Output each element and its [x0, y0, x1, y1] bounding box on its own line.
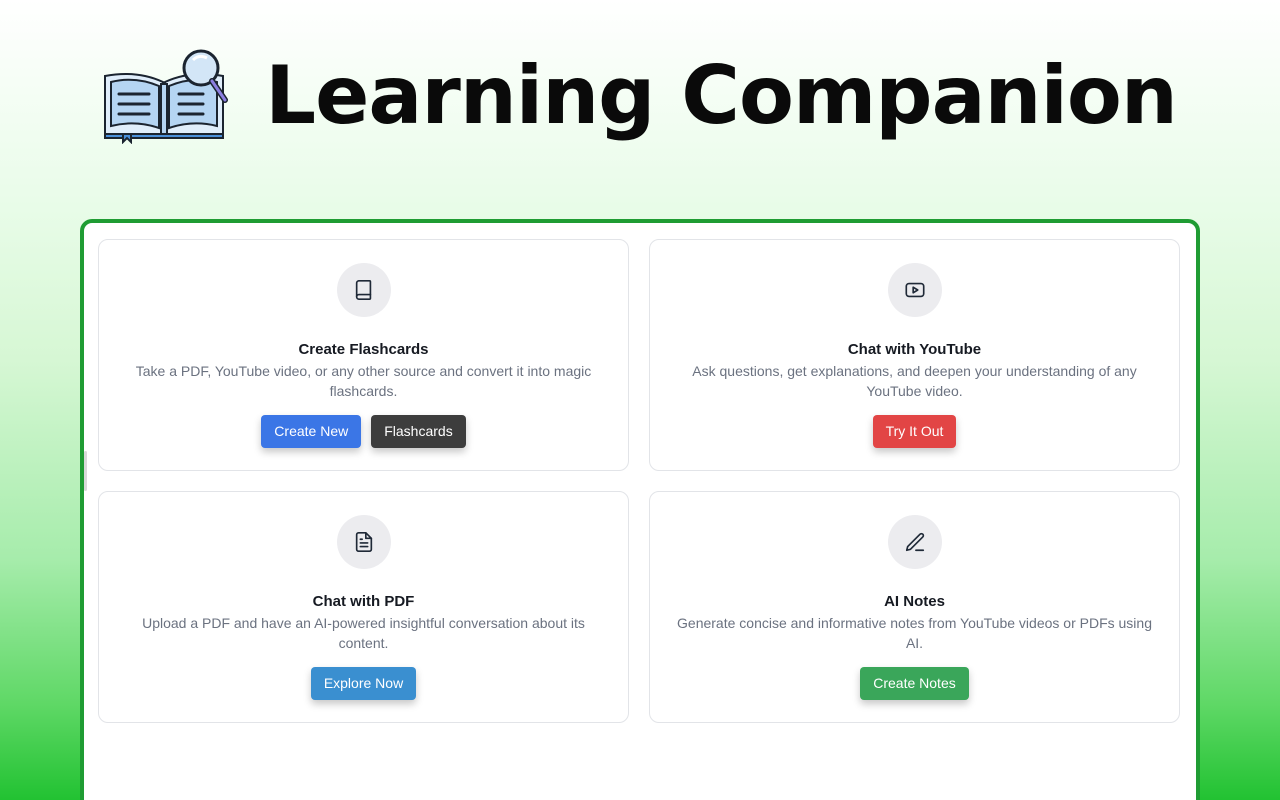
- book-icon: [355, 279, 371, 300]
- youtube-play-icon: [904, 282, 925, 297]
- create-notes-button[interactable]: Create Notes: [860, 666, 969, 700]
- page-title: Learning Companion: [265, 49, 1178, 142]
- card-description: Ask questions, get explanations, and dee…: [692, 362, 1137, 399]
- card-title: Chat with YouTube: [847, 340, 982, 358]
- card-description: Upload a PDF and have an AI-powered insi…: [142, 614, 585, 651]
- card-icon-wrapper: [336, 262, 391, 317]
- open-book-magnifier-icon: [104, 49, 229, 144]
- explore-now-button[interactable]: Explore Now: [310, 666, 417, 700]
- pen-icon: [905, 532, 924, 551]
- create-new-button[interactable]: Create New: [261, 414, 362, 448]
- card-title: Chat with PDF: [312, 592, 415, 610]
- card-create-flashcards: Create Flashcards Take a PDF, YouTube vi…: [98, 239, 629, 471]
- try-it-out-button[interactable]: Try It Out: [872, 414, 957, 448]
- resize-handle[interactable]: [84, 451, 87, 491]
- flashcards-button[interactable]: Flashcards: [371, 414, 466, 448]
- card-chat-pdf: Chat with PDF Upload a PDF and have an A…: [98, 491, 629, 723]
- card-icon-wrapper: [887, 514, 942, 569]
- card-icon-wrapper: [336, 514, 391, 569]
- document-icon: [355, 531, 372, 552]
- card-icon-wrapper: [887, 262, 942, 317]
- card-title: AI Notes: [884, 592, 945, 610]
- hero-header: Learning Companion: [0, 48, 1280, 144]
- card-ai-notes: AI Notes Generate concise and informativ…: [649, 491, 1180, 723]
- card-description: Generate concise and informative notes f…: [677, 614, 1152, 651]
- card-title: Create Flashcards: [298, 340, 429, 358]
- card-chat-youtube: Chat with YouTube Ask questions, get exp…: [649, 239, 1180, 471]
- card-description: Take a PDF, YouTube video, or any other …: [135, 362, 592, 399]
- features-panel: Create Flashcards Take a PDF, YouTube vi…: [80, 219, 1200, 800]
